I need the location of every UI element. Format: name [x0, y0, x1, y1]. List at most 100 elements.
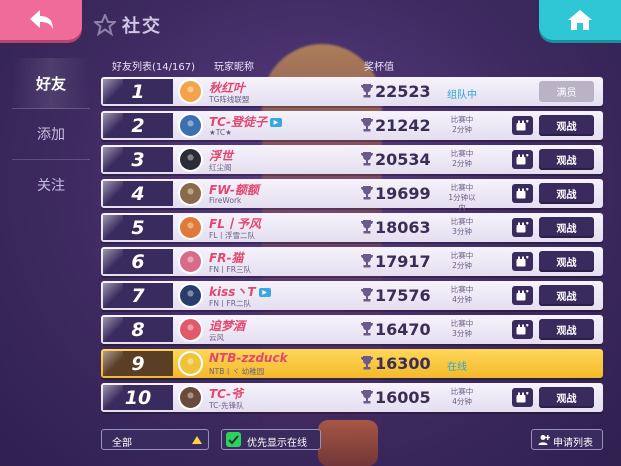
trophy-count: 16470: [375, 320, 431, 339]
full-button[interactable]: 满员: [539, 81, 594, 102]
player-avatar[interactable]: [178, 79, 203, 104]
trophy-count: 22523: [375, 82, 431, 101]
player-avatar[interactable]: [178, 181, 203, 206]
online-first-toggle[interactable]: 优先显示在线: [221, 429, 321, 450]
home-button[interactable]: [539, 0, 621, 40]
friend-row[interactable]: 7 kiss丶T ▶ FN丨FR二队 17576 比赛中 4分钟 观战: [101, 281, 603, 310]
player-name: NTB-zzduck: [209, 351, 288, 365]
trophy-count: 19699: [375, 184, 431, 203]
invite-icon: [516, 188, 529, 199]
watch-button[interactable]: 观战: [539, 115, 594, 136]
watch-button[interactable]: 观战: [539, 285, 594, 306]
friend-row[interactable]: 2 TC-登徒子 ▶ ★TC★ 21242 比赛中 2分钟 观战: [101, 111, 603, 140]
player-avatar[interactable]: [178, 317, 203, 342]
invite-icon: [516, 392, 529, 403]
invite-icon: [516, 290, 529, 301]
home-icon: [568, 10, 592, 30]
invite-button[interactable]: [512, 150, 533, 169]
nav-item-follow[interactable]: 关注: [12, 160, 90, 210]
watch-button[interactable]: 观战: [539, 387, 594, 408]
rank-number: 7: [103, 283, 173, 308]
player-status: 比赛中 4分钟: [450, 285, 474, 304]
player-status: 比赛中 3分钟: [450, 319, 474, 338]
column-header-trophies: 奖杯值: [364, 62, 394, 73]
friend-row[interactable]: 3 浮世 红尘阁 20534 比赛中 2分钟 观战: [101, 145, 603, 174]
friend-row[interactable]: 1 秋红叶 TG阵线联盟 22523 组队中 满员: [101, 77, 603, 106]
caret-up-icon: [192, 436, 202, 444]
player-team: NTB丨ヾ 幼稚园: [209, 367, 265, 376]
invite-button[interactable]: [512, 320, 533, 339]
friend-row[interactable]: 8 追梦酒 云风 16470 比赛中 3分钟 观战: [101, 315, 603, 344]
player-team: TG阵线联盟: [209, 95, 250, 104]
tv-badge-icon: ▶: [269, 118, 282, 127]
filter-dropdown[interactable]: 全部: [101, 429, 209, 450]
trophy-count: 17917: [375, 252, 431, 271]
watch-button[interactable]: 观战: [539, 183, 594, 204]
rank-number: 5: [103, 215, 173, 240]
nav-item-label: 关注: [37, 178, 65, 194]
invite-button[interactable]: [512, 286, 533, 305]
player-name-text: TC-爷: [209, 387, 243, 401]
tv-badge-icon: ▶: [258, 288, 271, 297]
player-avatar[interactable]: [178, 351, 203, 376]
invite-button[interactable]: [512, 218, 533, 237]
watch-button[interactable]: 观战: [539, 319, 594, 340]
back-arrow-icon: [30, 10, 53, 29]
apply-list-label: 申请列表: [553, 438, 593, 449]
player-team: TC-先锋队: [209, 401, 244, 410]
trophy-icon: [361, 322, 373, 336]
invite-icon: [516, 256, 529, 267]
rank-number: 9: [103, 351, 173, 376]
player-avatar[interactable]: [178, 283, 203, 308]
player-status: 比赛中 3分钟: [450, 217, 474, 236]
player-team: 云风: [209, 333, 224, 342]
player-team: FireWork: [209, 196, 242, 205]
watch-button[interactable]: 观战: [539, 251, 594, 272]
player-name-text: 秋红叶: [209, 81, 246, 95]
nav-item-label: 好友: [35, 74, 66, 93]
player-avatar[interactable]: [178, 385, 203, 410]
rank-number: 3: [103, 147, 173, 172]
friend-row[interactable]: 6 FR-猫 FN丨FR三队 17917 比赛中 2分钟 观战: [101, 247, 603, 276]
player-status: 比赛中 2分钟: [450, 149, 474, 168]
player-avatar[interactable]: [178, 147, 203, 172]
player-status: 比赛中 1分钟以内: [448, 183, 476, 212]
back-button[interactable]: [0, 0, 82, 40]
rank-number: 1: [103, 79, 173, 104]
user-request-icon: [538, 435, 550, 445]
player-avatar[interactable]: [178, 113, 203, 138]
apply-list-button[interactable]: 申请列表: [531, 429, 603, 450]
online-first-label: 优先显示在线: [247, 438, 307, 449]
sidebar-nav: 好友 添加 关注: [12, 58, 90, 210]
trophy-icon: [361, 390, 373, 404]
invite-button[interactable]: [512, 388, 533, 407]
player-name-text: kiss丶T: [209, 285, 256, 299]
nav-item-add[interactable]: 添加: [12, 109, 90, 160]
trophy-icon: [361, 186, 373, 200]
trophy-icon: [361, 152, 373, 166]
trophy-count: 20534: [375, 150, 431, 169]
trophy-icon: [361, 118, 373, 132]
player-team: FN丨FR三队: [209, 265, 251, 274]
friend-row[interactable]: 5 FL丨予风 FL丨浮雪二队 18063 比赛中 3分钟 观战: [101, 213, 603, 242]
friend-row[interactable]: 4 FW-额额 FireWork 19699 比赛中 1分钟以内 观战: [101, 179, 603, 212]
rank-number: 2: [103, 113, 173, 138]
invite-button[interactable]: [512, 116, 533, 135]
column-header-nickname: 玩家昵称: [214, 62, 254, 73]
invite-button[interactable]: [512, 252, 533, 271]
player-avatar[interactable]: [178, 215, 203, 240]
filter-dropdown-label: 全部: [112, 438, 132, 449]
column-header-list: 好友列表(14/167): [112, 62, 195, 73]
friend-list[interactable]: 1 秋红叶 TG阵线联盟 22523 组队中 满员 2 TC-登徒子 ▶ ★TC★ 21242 比赛中…: [101, 77, 603, 417]
watch-button[interactable]: 观战: [539, 149, 594, 170]
rank-number: 4: [103, 181, 173, 206]
player-avatar[interactable]: [178, 249, 203, 274]
player-name-text: FL丨予风: [209, 217, 261, 231]
invite-button[interactable]: [512, 184, 533, 203]
friend-row[interactable]: 10 TC-爷 TC-先锋队 16005 比赛中 4分钟 观战: [101, 383, 603, 412]
trophy-count: 21242: [375, 116, 431, 135]
player-team: ★TC★: [209, 128, 232, 137]
watch-button[interactable]: 观战: [539, 217, 594, 238]
friend-row[interactable]: 9 NTB-zzduck NTB丨ヾ 幼稚园 16300 在线: [101, 349, 603, 378]
nav-item-friends[interactable]: 好友: [12, 58, 90, 109]
